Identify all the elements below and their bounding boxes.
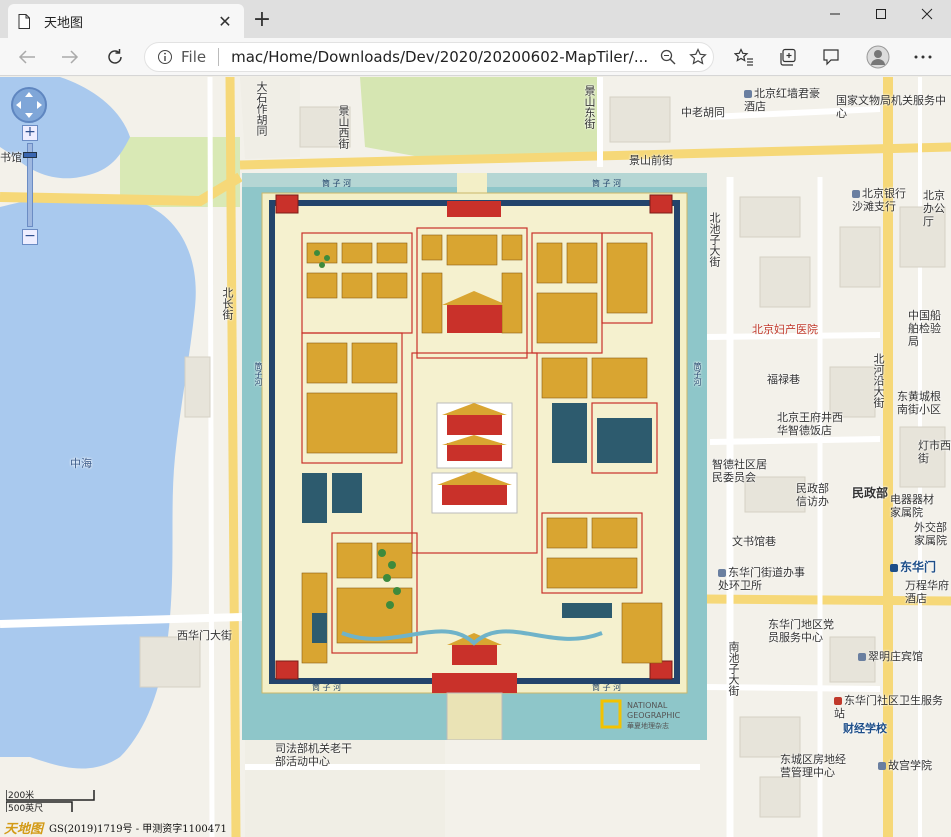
pan-control[interactable] bbox=[11, 87, 47, 123]
back-arrow-icon bbox=[18, 50, 35, 64]
ng-logo-line3: 華夏地理杂志 bbox=[627, 721, 669, 730]
refresh-button[interactable] bbox=[100, 43, 130, 71]
close-window-button[interactable] bbox=[904, 0, 950, 28]
page-icon bbox=[18, 13, 30, 29]
ng-logo-line1: NATIONAL bbox=[627, 701, 668, 710]
share-button[interactable] bbox=[816, 43, 846, 71]
map-label: 北河沿大街 bbox=[872, 353, 885, 408]
tab-close-icon[interactable]: ✕ bbox=[216, 12, 234, 31]
map-label: 智德社区居民委员会 bbox=[712, 458, 767, 484]
zoom-out-button[interactable]: − bbox=[22, 229, 38, 245]
map-label: 北京王府井西华智德饭店 bbox=[777, 411, 843, 437]
zoom-control: + − bbox=[22, 125, 38, 245]
map-label: 翠明庄宾馆 bbox=[858, 650, 923, 663]
copyright-bar: 天地图 GS(2019)1719号 - 甲测资字1100471 bbox=[0, 818, 227, 837]
favorites-list-icon bbox=[734, 48, 753, 66]
favorites-button[interactable] bbox=[729, 43, 759, 71]
moat-bottom-right-label: 筒 子 河 bbox=[592, 682, 621, 692]
map-label: 外交部家属院 bbox=[914, 521, 947, 547]
map-label: 东城区房地经营管理中心 bbox=[780, 753, 846, 779]
avatar bbox=[866, 45, 890, 69]
map-label: 景山西街 bbox=[337, 105, 350, 149]
maximize-button[interactable] bbox=[858, 0, 904, 28]
map-label: 西华门大街 bbox=[177, 629, 232, 642]
moat-top-right-label: 筒 子 河 bbox=[592, 178, 621, 188]
map-label: 北长街 bbox=[221, 287, 234, 320]
collections-icon bbox=[780, 48, 796, 66]
moat-bottom-left-label: 筒 子 河 bbox=[312, 682, 341, 692]
map-label: 景山前街 bbox=[629, 154, 673, 167]
navigation-bar: File mac/Home/Downloads/Dev/2020/2020060… bbox=[0, 38, 951, 76]
zoom-slider-handle[interactable] bbox=[23, 152, 37, 158]
map-label: 中老胡同 bbox=[681, 106, 725, 119]
map-label: 中国船舶检验局 bbox=[908, 309, 941, 348]
map-label: 东华门地区党员服务中心 bbox=[768, 618, 834, 644]
profile-button[interactable] bbox=[863, 43, 893, 71]
map-label: 故宫学院 bbox=[878, 759, 932, 772]
map-label: 东黄城根南街小区 bbox=[897, 390, 941, 416]
map-label: 北京妇产医院 bbox=[752, 323, 818, 336]
map-label: 中海 bbox=[70, 457, 92, 470]
map-label: 东华门社区卫生服务站 bbox=[834, 694, 943, 720]
map-label: 大石作胡同 bbox=[255, 81, 268, 136]
close-icon bbox=[921, 8, 933, 20]
map-label: 景山东街 bbox=[583, 85, 596, 129]
info-icon[interactable] bbox=[157, 49, 173, 65]
address-separator bbox=[218, 48, 220, 66]
forward-arrow-icon bbox=[62, 50, 79, 64]
address-url[interactable]: mac/Home/Downloads/Dev/2020/20200602-Map… bbox=[231, 48, 653, 66]
map-label: 万程华府酒店 bbox=[905, 579, 949, 605]
map-label: 福禄巷 bbox=[767, 373, 800, 386]
back-button[interactable] bbox=[12, 43, 42, 71]
map-viewport[interactable]: 筒 子 河 筒 子 河 筒 子 河 筒 子 河 NATIONAL GEOGRAP… bbox=[0, 77, 951, 837]
more-menu-button[interactable] bbox=[908, 43, 938, 71]
map-label: 灯市西街 bbox=[918, 439, 951, 465]
map-label: 北池子大街 bbox=[708, 212, 721, 267]
map-label: 北京办公厅 bbox=[923, 189, 945, 228]
map-label: 财经学校 bbox=[843, 722, 887, 735]
map-label: 北京银行沙滩支行 bbox=[852, 187, 906, 213]
maximize-icon bbox=[876, 9, 886, 19]
zoom-icon[interactable] bbox=[653, 43, 683, 71]
map-label: 东华门街道办事处环卫所 bbox=[718, 566, 805, 592]
more-icon bbox=[914, 55, 932, 59]
new-tab-button[interactable]: + bbox=[250, 7, 274, 33]
tianditu-logo[interactable]: 天地图 bbox=[4, 818, 43, 837]
minimize-button[interactable] bbox=[812, 0, 858, 28]
map-label: 电器器材家属院 bbox=[890, 493, 934, 519]
scale-bar: 200米 500英尺 bbox=[6, 788, 96, 814]
forward-button[interactable] bbox=[55, 43, 85, 71]
tab-strip: 天地图 ✕ + bbox=[0, 0, 951, 38]
moat-left-label: 筒子河 bbox=[254, 362, 263, 386]
browser-tab[interactable]: 天地图 ✕ bbox=[8, 4, 244, 38]
favorite-star-icon[interactable] bbox=[683, 43, 713, 71]
map-label: 民政部 bbox=[852, 486, 889, 500]
zoom-in-button[interactable]: + bbox=[22, 125, 38, 141]
map-label: 书馆 bbox=[0, 151, 22, 164]
address-scheme: File bbox=[181, 48, 207, 66]
forbidden-city-map[interactable]: 筒 子 河 筒 子 河 筒 子 河 筒 子 河 NATIONAL GEOGRAP… bbox=[242, 173, 707, 740]
copyright-text: GS(2019)1719号 - 甲测资字1100471 bbox=[49, 824, 227, 835]
ng-logo-line2: GEOGRAPHIC bbox=[627, 711, 681, 720]
map-label: 东华门 bbox=[890, 561, 936, 574]
refresh-icon bbox=[108, 49, 122, 64]
collections-button[interactable] bbox=[773, 43, 803, 71]
zoom-slider[interactable] bbox=[23, 143, 37, 227]
minimize-icon bbox=[830, 13, 840, 15]
map-label: 民政部信访办 bbox=[796, 482, 829, 508]
map-label: 国家文物局机关服务中心 bbox=[836, 94, 946, 120]
pan-arrows-icon bbox=[16, 92, 42, 118]
feedback-icon bbox=[823, 49, 839, 66]
address-bar[interactable]: File mac/Home/Downloads/Dev/2020/2020060… bbox=[144, 42, 714, 72]
map-label: 文书馆巷 bbox=[732, 535, 776, 548]
map-label: 北京红墙君豪酒店 bbox=[744, 87, 820, 113]
moat-right-label: 筒子河 bbox=[693, 362, 702, 386]
tab-title: 天地图 bbox=[44, 15, 84, 31]
map-label: 南池子大街 bbox=[727, 641, 740, 696]
moat-top-left-label: 筒 子 河 bbox=[322, 178, 351, 188]
map-label: 司法部机关老干部活动中心 bbox=[275, 742, 352, 768]
